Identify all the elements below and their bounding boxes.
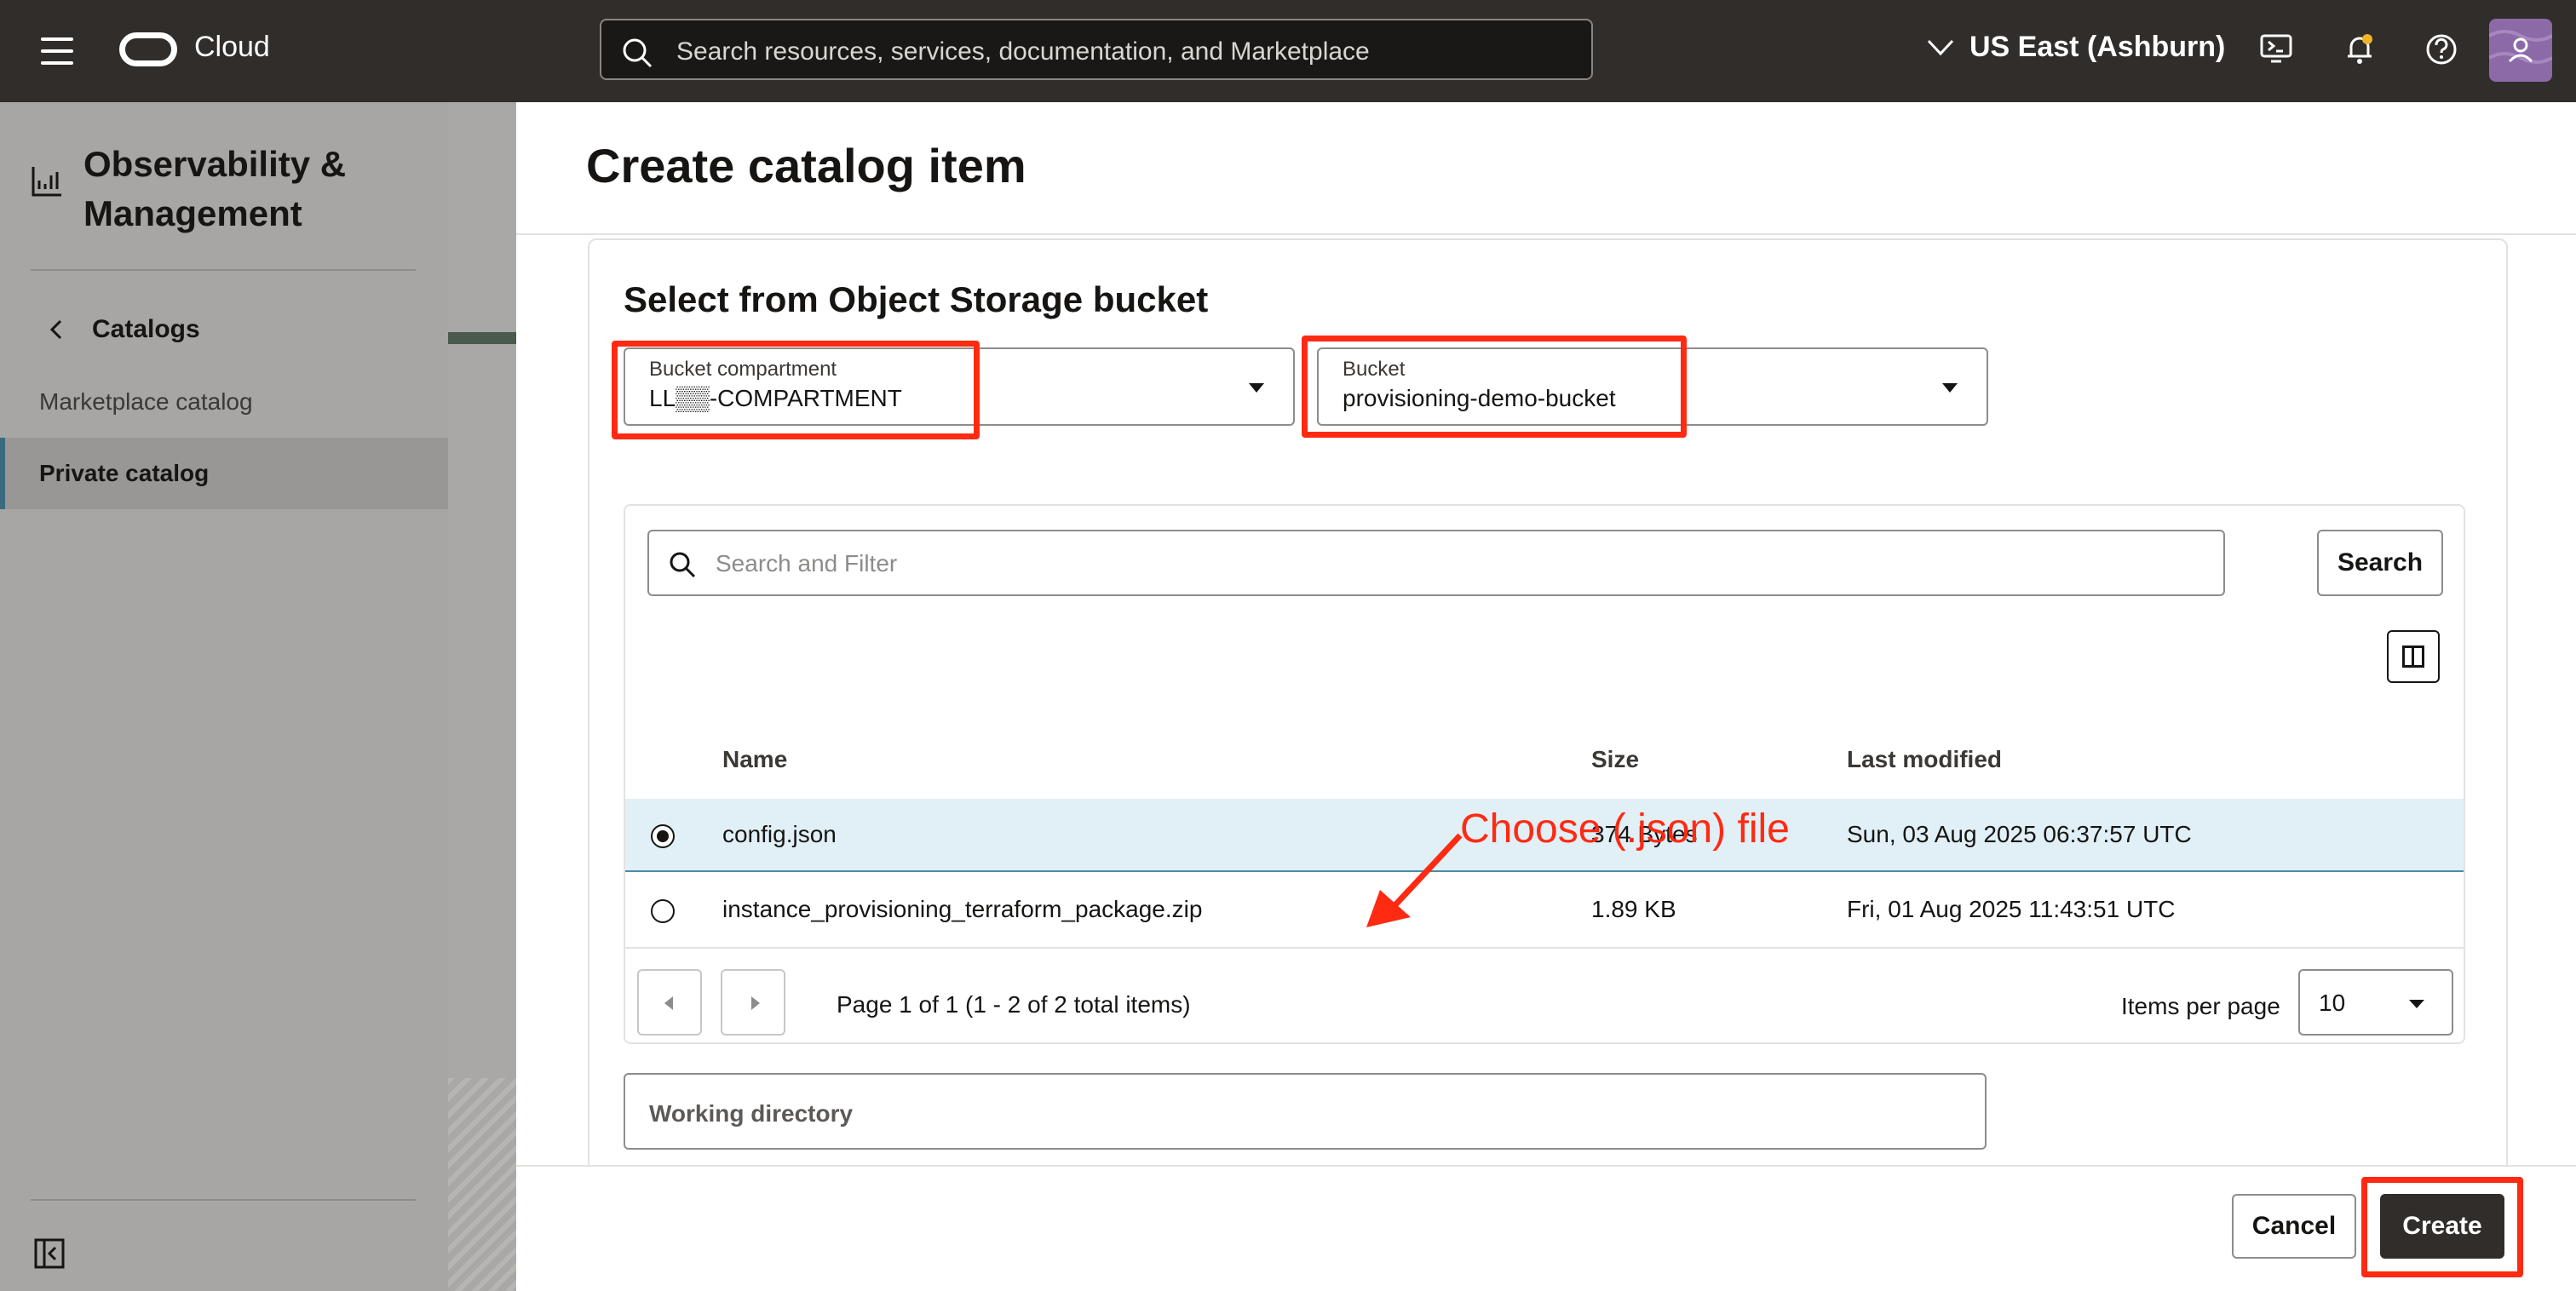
top-navigation-bar: Cloud Search resources, services, docume… xyxy=(0,0,2576,102)
items-per-page-label: Items per page xyxy=(2121,993,2280,1019)
column-header-last-modified[interactable]: Last modified xyxy=(1847,746,2002,773)
bucket-label: Bucket xyxy=(1343,358,1406,381)
filter-placeholder: Search and Filter xyxy=(716,550,898,577)
cloud-shell-icon[interactable] xyxy=(2259,32,2293,66)
annotation-label: Choose (.json) file xyxy=(1460,806,1790,852)
sidebar-item-marketplace-catalog[interactable]: Marketplace catalog xyxy=(0,366,448,438)
background-accent xyxy=(448,332,516,344)
file-modified: Sun, 03 Aug 2025 06:37:57 UTC xyxy=(1847,821,2192,847)
working-directory-field[interactable]: Working directory xyxy=(624,1073,1987,1150)
bucket-compartment-select[interactable]: Bucket compartment LL▒▒-COMPARTMENT xyxy=(624,347,1295,426)
items-per-page-select[interactable]: 10 xyxy=(2298,969,2453,1036)
pagination-status: Page 1 of 1 (1 - 2 of 2 total items) xyxy=(837,991,1191,1018)
bucket-compartment-value: LL▒▒-COMPARTMENT xyxy=(649,385,902,411)
global-search-input[interactable]: Search resources, services, documentatio… xyxy=(600,19,1593,80)
avatar[interactable] xyxy=(2489,19,2552,82)
bucket-value: provisioning-demo-bucket xyxy=(1343,385,1616,411)
working-directory-placeholder: Working directory xyxy=(649,1100,854,1127)
caret-down-icon xyxy=(1942,383,1958,393)
column-header-name[interactable]: Name xyxy=(722,746,787,773)
region-selector[interactable]: US East (Ashburn) xyxy=(1927,31,2225,64)
sidebar-divider xyxy=(31,269,416,271)
table-divider xyxy=(625,947,2464,949)
search-icon xyxy=(670,552,696,578)
column-settings-button[interactable] xyxy=(2387,630,2440,683)
menu-icon[interactable] xyxy=(41,37,73,65)
file-name: config.json xyxy=(722,821,837,847)
previous-icon xyxy=(664,996,673,1010)
chevron-down-icon xyxy=(1927,39,1954,55)
background-pattern xyxy=(448,1078,516,1291)
panel-title: Create catalog item xyxy=(586,139,1026,192)
next-page-button[interactable] xyxy=(721,969,785,1036)
bucket-select[interactable]: Bucket provisioning-demo-bucket xyxy=(1317,347,1988,426)
annotation-arrow-icon xyxy=(1366,833,1463,927)
chart-icon xyxy=(32,167,61,197)
sidebar-item-private-catalog[interactable]: Private catalog xyxy=(0,438,448,509)
collapse-sidebar-icon[interactable] xyxy=(34,1238,65,1269)
bucket-compartment-label: Bucket compartment xyxy=(649,358,837,381)
file-size: 1.89 KB xyxy=(1591,896,1676,922)
user-icon xyxy=(2489,30,2552,64)
cancel-button[interactable]: Cancel xyxy=(2232,1194,2356,1259)
bell-icon[interactable] xyxy=(2343,32,2377,66)
chevron-left-icon xyxy=(49,319,62,340)
background-page-overlay xyxy=(448,102,516,1291)
back-label: Catalogs xyxy=(92,315,200,343)
sidebar-divider xyxy=(31,1199,416,1201)
row-radio[interactable] xyxy=(651,899,675,923)
region-label: US East (Ashburn) xyxy=(1969,31,2226,63)
previous-page-button[interactable] xyxy=(637,969,702,1036)
create-catalog-item-panel: Create catalog item Select from Object S… xyxy=(516,102,2576,1291)
file-name: instance_provisioning_terraform_package.… xyxy=(722,896,1203,922)
panel-header: Create catalog item xyxy=(516,102,2576,235)
section-title: Select from Object Storage bucket xyxy=(624,279,1209,319)
table-row[interactable]: instance_provisioning_terraform_package.… xyxy=(625,874,2464,947)
create-button[interactable]: Create xyxy=(2380,1194,2504,1259)
back-to-catalogs-link[interactable]: Catalogs xyxy=(49,315,200,344)
search-filter-input[interactable]: Search and Filter xyxy=(647,530,2225,596)
search-icon xyxy=(623,38,653,68)
row-radio-selected[interactable] xyxy=(651,824,675,848)
search-button[interactable]: Search xyxy=(2317,530,2443,596)
caret-down-icon xyxy=(1249,383,1264,393)
search-placeholder: Search resources, services, documentatio… xyxy=(676,37,1370,66)
sidebar: Observability & Management Catalogs Mark… xyxy=(0,102,448,1291)
items-per-page-value: 10 xyxy=(2319,990,2346,1016)
oracle-logo-icon[interactable] xyxy=(119,32,177,66)
file-modified: Fri, 01 Aug 2025 11:43:51 UTC xyxy=(1847,896,2176,922)
next-icon xyxy=(751,996,760,1010)
columns-icon xyxy=(2402,646,2424,668)
caret-down-icon xyxy=(2409,1000,2424,1008)
sidebar-title: Observability & Management xyxy=(83,144,347,233)
help-icon[interactable] xyxy=(2424,32,2458,66)
panel-footer: Cancel Create xyxy=(516,1165,2576,1291)
brand-name[interactable]: Cloud xyxy=(194,31,270,64)
column-header-size[interactable]: Size xyxy=(1591,746,1639,773)
